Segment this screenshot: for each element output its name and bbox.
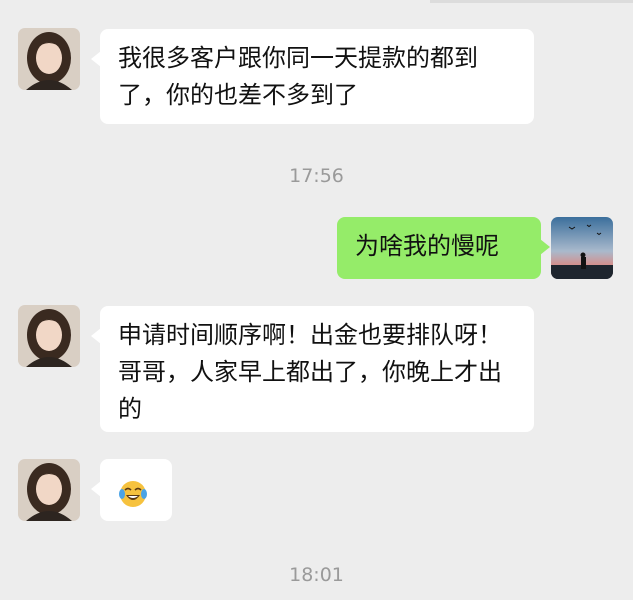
contact-avatar-icon (18, 28, 80, 90)
user-avatar-icon (551, 217, 613, 279)
message-bubble-1[interactable]: 我很多客户跟你同一天提款的都到了，你的也差不多到了 (91, 29, 534, 124)
message-text: 申请时间顺序啊！出金也要排队呀！哥哥，人家早上都出了，你晚上才出的 (118, 321, 502, 423)
message-bubble-2[interactable]: 为啥我的慢呢 (337, 217, 550, 279)
contact-avatar[interactable] (18, 305, 80, 367)
contact-avatar[interactable] (18, 459, 80, 521)
message-bubble-3[interactable]: 申请时间顺序啊！出金也要排队呀！哥哥，人家早上都出了，你晚上才出的 (91, 306, 534, 432)
my-avatar[interactable] (551, 217, 613, 279)
contact-avatar[interactable] (18, 28, 80, 90)
status-bar-edge (430, 0, 633, 3)
timestamp: 18:01 (289, 564, 344, 586)
laughing-crying-emoji-icon (119, 481, 147, 507)
bubble-tail (91, 328, 101, 344)
bubble-tail (91, 51, 101, 67)
message-text: 为啥我的慢呢 (355, 232, 499, 260)
bubble-tail (540, 239, 550, 255)
contact-avatar-icon (18, 305, 80, 367)
bubble-tail (91, 481, 101, 497)
message-text: 我很多客户跟你同一天提款的都到了，你的也差不多到了 (118, 44, 478, 109)
message-bubble-4[interactable] (91, 459, 172, 521)
contact-avatar-icon (18, 459, 80, 521)
timestamp: 17:56 (289, 165, 344, 187)
